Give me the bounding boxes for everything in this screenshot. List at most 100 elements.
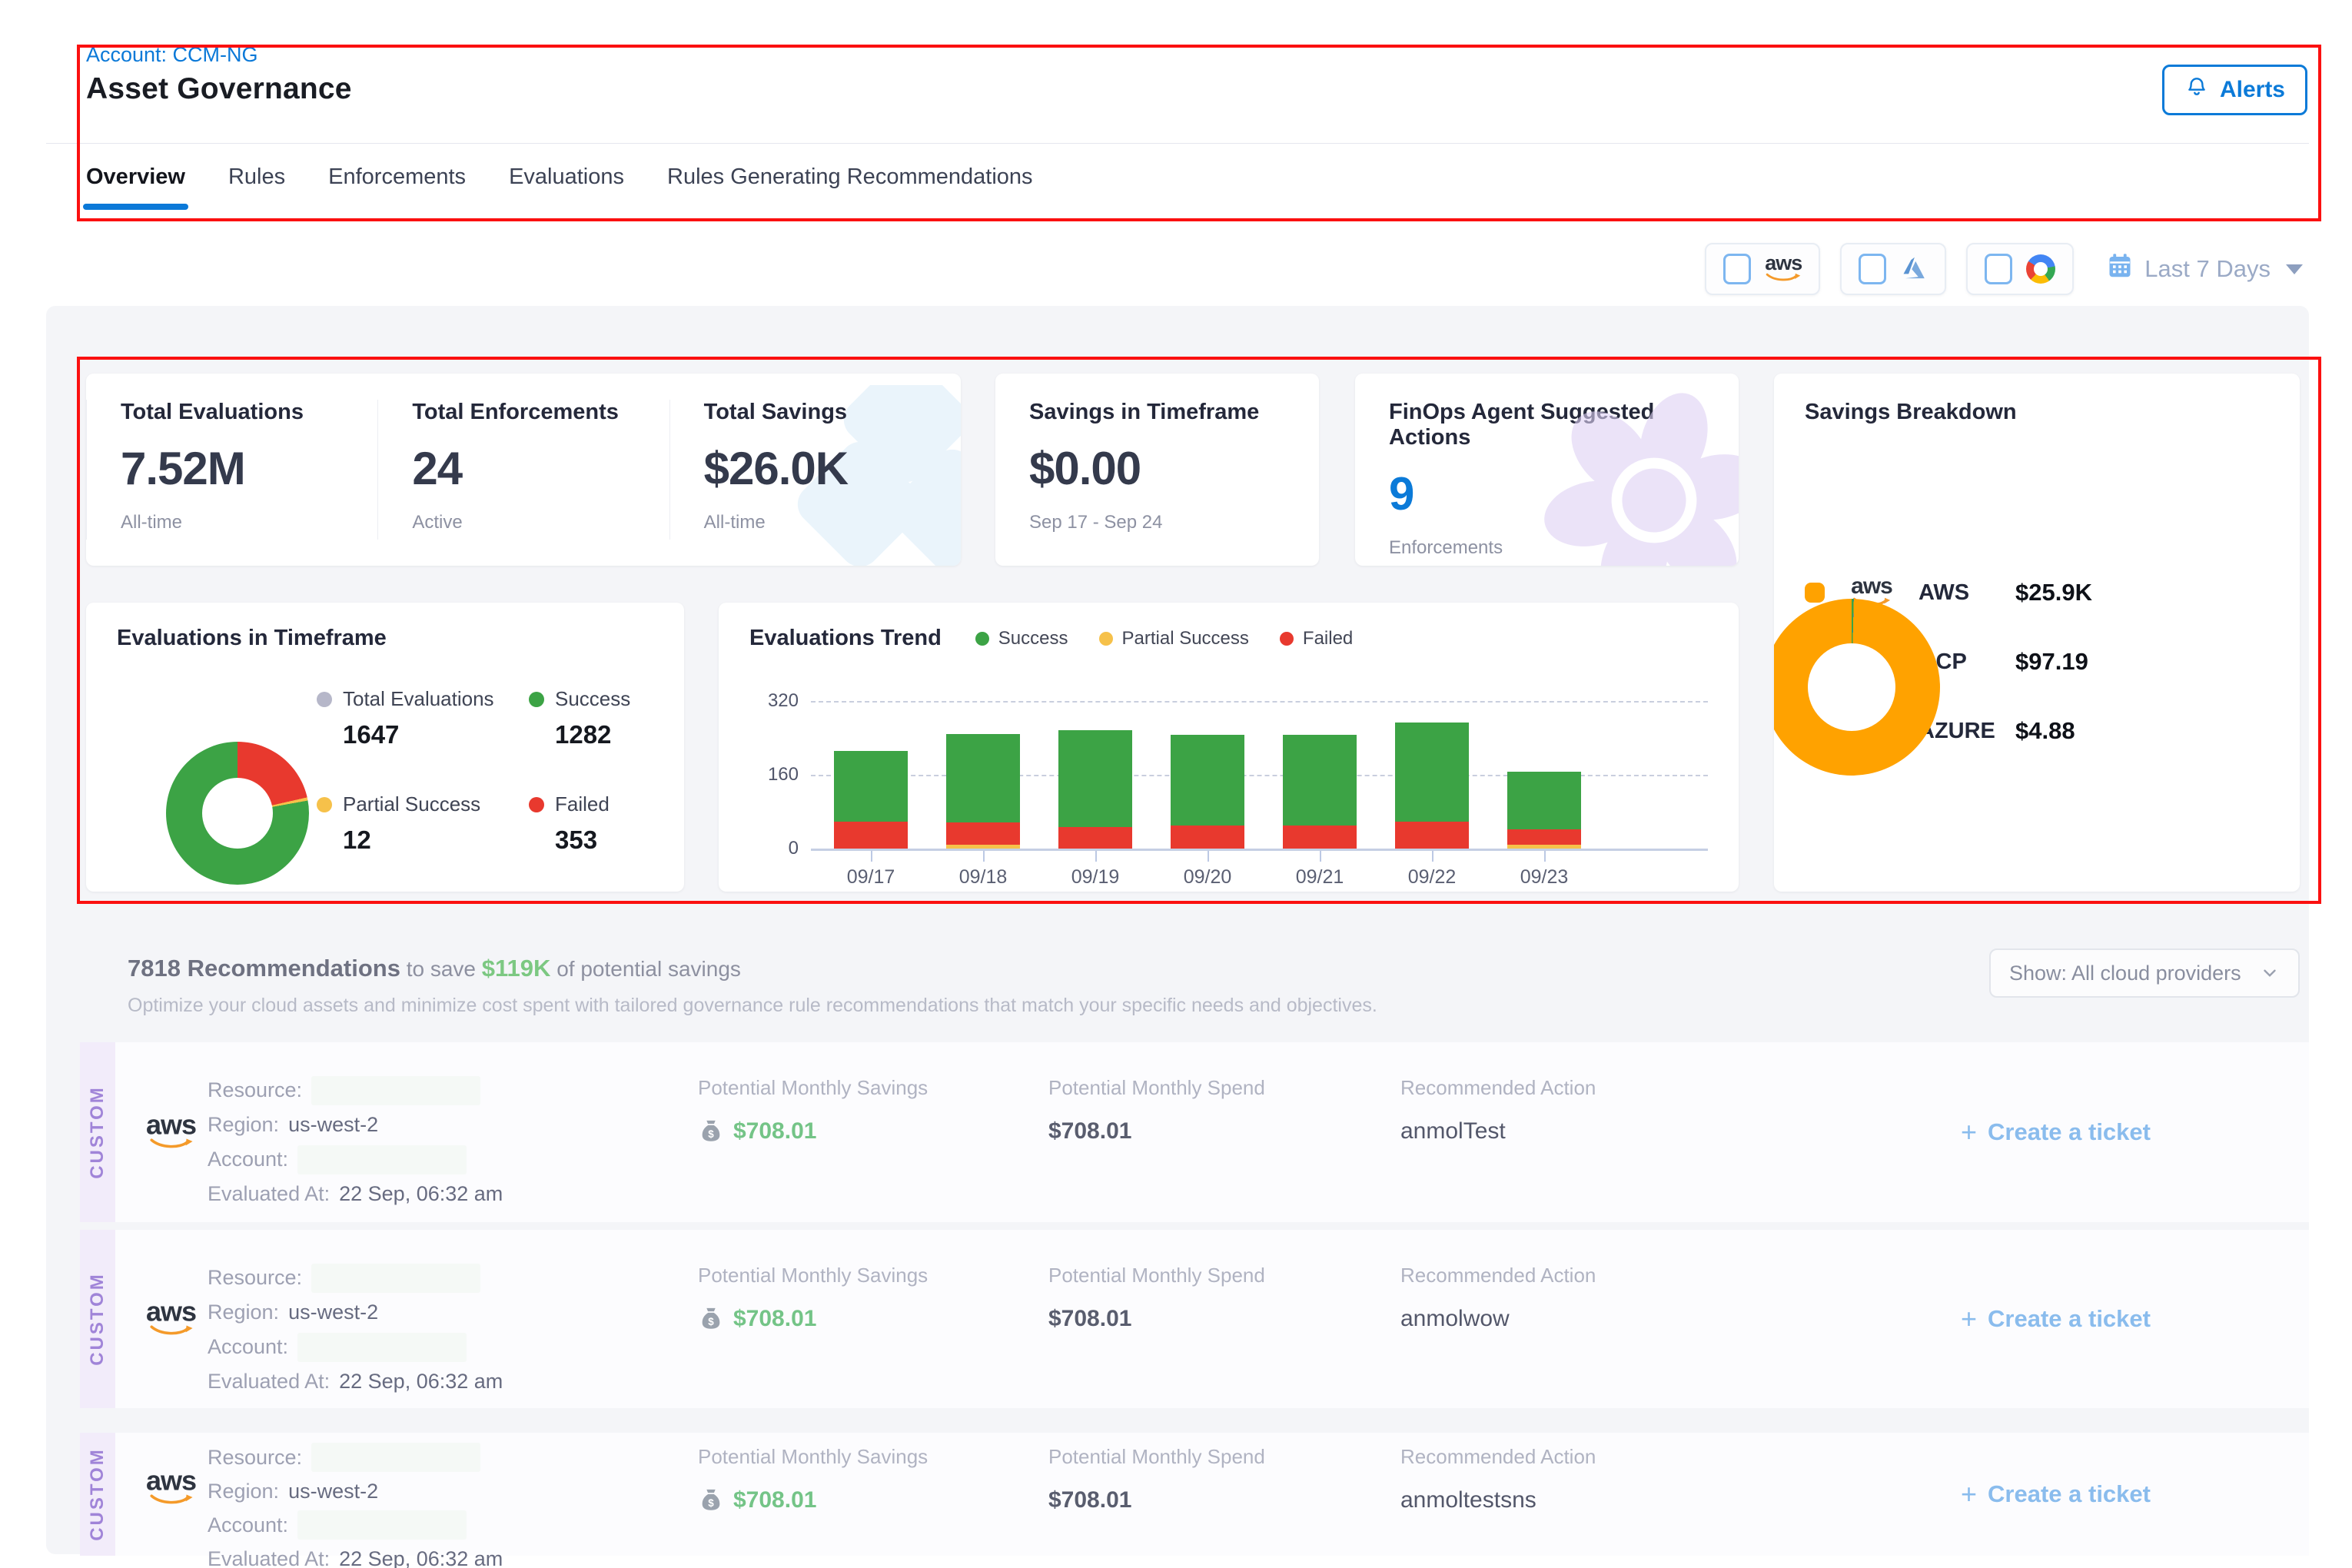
success-dot-icon (975, 632, 989, 646)
provider-name: AWS (1918, 580, 1998, 606)
stat-title: Total Savings (704, 400, 927, 425)
region-value: us-west-2 (288, 1113, 378, 1137)
stat-title: Total Enforcements (412, 400, 635, 425)
legend-value: 353 (555, 826, 684, 855)
potential-monthly-savings: Potential Monthly Savings $$708.01 (698, 1445, 928, 1513)
money-bag-icon: $ (698, 1306, 724, 1332)
azure-checkbox[interactable] (1859, 254, 1886, 284)
redacted-resource-value (311, 1264, 480, 1293)
potential-savings-amount: $119K (482, 955, 551, 982)
recommended-action: Recommended Action anmolTest (1400, 1076, 1596, 1144)
trend-bar: 09/23 (1507, 701, 1581, 849)
aws-logo-icon: aws (146, 1301, 196, 1337)
card-title: Savings Breakdown (1805, 400, 2269, 425)
create-ticket-button[interactable]: +Create a ticket (1961, 1305, 2151, 1333)
card-caption: Sep 17 - Sep 24 (1029, 512, 1285, 533)
recommendation-row[interactable]: CUSTOM aws Resource: Region:us-west-2 Ac… (80, 1042, 2309, 1222)
trend-bar: 09/20 (1171, 701, 1244, 849)
svg-text:$: $ (708, 1316, 714, 1327)
alerts-button-label: Alerts (2220, 77, 2285, 103)
recommendation-row[interactable]: CUSTOM aws Resource: Region:us-west-2 Ac… (80, 1230, 2309, 1408)
tab-evaluations[interactable]: Evaluations (509, 164, 624, 210)
create-ticket-button[interactable]: +Create a ticket (1961, 1118, 2151, 1146)
svg-text:$: $ (708, 1497, 714, 1509)
finops-suggested-actions-card: FinOps Agent Suggested Actions 9 Enforce… (1355, 374, 1739, 566)
tab-enforcements[interactable]: Enforcements (328, 164, 466, 210)
tab-overview[interactable]: Overview (86, 164, 185, 210)
create-ticket-button[interactable]: +Create a ticket (1961, 1480, 2151, 1508)
aws-legend-marker (1805, 583, 1825, 603)
tab-bar: Overview Rules Enforcements Evaluations … (86, 164, 1033, 210)
redacted-resource-value (311, 1076, 480, 1105)
chevron-down-icon (2286, 264, 2303, 274)
aws-logo-icon: aws (146, 1115, 196, 1151)
redacted-account-value (297, 1510, 467, 1540)
evaluated-at-value: 22 Sep, 06:32 am (339, 1182, 503, 1206)
aws-checkbox[interactable] (1723, 254, 1751, 284)
header-divider (46, 143, 2309, 144)
aws-logo-icon: aws (1765, 255, 1802, 284)
date-range-filter[interactable]: Last 7 Days (2106, 252, 2303, 286)
gcp-logo-icon (2026, 254, 2055, 284)
potential-monthly-spend: Potential Monthly Spend $708.01 (1048, 1264, 1265, 1332)
potential-monthly-savings: Potential Monthly Savings $$708.01 (698, 1076, 928, 1144)
bell-icon (2184, 75, 2209, 105)
stat-caption: All-time (121, 512, 344, 533)
card-title: Savings in Timeframe (1029, 400, 1285, 425)
legend-value: 1282 (555, 720, 684, 749)
trend-bar: 09/19 (1058, 701, 1132, 849)
gcp-checkbox[interactable] (1985, 254, 2012, 284)
tab-rules[interactable]: Rules (228, 164, 285, 210)
total-evaluations-stat: Total Evaluations 7.52M All-time (86, 400, 377, 540)
azure-filter-chip[interactable] (1840, 243, 1946, 295)
card-title: Evaluations in Timeframe (117, 626, 653, 651)
recommendations-heading: 7818 Recommendations to save $119K of po… (128, 955, 741, 982)
redacted-account-value (297, 1333, 467, 1362)
provider-savings: $4.88 (2015, 717, 2075, 745)
savings-breakdown-card: Savings Breakdown aws AWS $25.9K GCP $97… (1774, 374, 2300, 892)
legend-total-evaluations: Total Evaluations 1647 (317, 687, 529, 749)
alerts-button[interactable]: Alerts (2162, 65, 2307, 115)
trend-bar: 09/18 (946, 701, 1020, 849)
redacted-account-value (297, 1145, 467, 1174)
provider-savings: $97.19 (2015, 648, 2088, 676)
trend-bar: 09/21 (1283, 701, 1357, 849)
evaluations-legend: Total Evaluations 1647 Success 1282 Part… (317, 687, 684, 855)
evaluations-trend-card: Evaluations Trend Success Partial Succes… (719, 603, 1739, 892)
gcp-filter-chip[interactable] (1966, 243, 2074, 295)
trend-legend: Success Partial Success Failed (975, 628, 1353, 649)
y-axis-tick: 320 (742, 690, 799, 712)
legend-failed: Failed 353 (529, 792, 684, 855)
stat-caption: Active (412, 512, 635, 533)
calendar-icon (2106, 252, 2134, 286)
stat-value: 24 (412, 442, 635, 495)
summary-stats-card: Total Evaluations 7.52M All-time Total E… (86, 374, 961, 566)
cloud-provider-select[interactable]: Show: All cloud providers (1989, 948, 2300, 998)
stat-caption: All-time (704, 512, 927, 533)
trend-bars: 09/1709/1809/1909/2009/2109/2209/23 (834, 701, 1581, 849)
recommended-action: Recommended Action anmolwow (1400, 1264, 1596, 1332)
resource-details: Resource: Region:us-west-2 Account: Eval… (208, 1261, 503, 1399)
aws-filter-chip[interactable]: aws (1705, 243, 1820, 295)
resource-details: Resource: Region:us-west-2 Account: Eval… (208, 1440, 503, 1568)
account-breadcrumb[interactable]: Account: CCM-NG (86, 43, 258, 67)
recommended-action: Recommended Action anmoltestsns (1400, 1445, 1596, 1513)
tab-rules-generating-recommendations[interactable]: Rules Generating Recommendations (667, 164, 1033, 210)
potential-monthly-spend: Potential Monthly Spend $708.01 (1048, 1076, 1265, 1144)
success-dot-icon (529, 692, 544, 707)
partial-dot-icon (1099, 632, 1113, 646)
evaluations-donut (166, 742, 309, 885)
money-bag-icon: $ (698, 1118, 724, 1144)
resource-details: Resource: Region:us-west-2 Account: Eval… (208, 1073, 503, 1211)
card-title: Evaluations Trend (749, 626, 942, 651)
x-axis-line (811, 849, 1708, 851)
svg-text:$: $ (708, 1128, 714, 1140)
date-range-label: Last 7 Days (2144, 255, 2271, 283)
recommendations-subtitle: Optimize your cloud assets and minimize … (128, 995, 1377, 1017)
money-bag-icon: $ (698, 1487, 724, 1513)
recommendation-row[interactable]: CUSTOM aws Resource: Region:us-west-2 Ac… (80, 1433, 2309, 1556)
plus-icon: + (1961, 1305, 1977, 1333)
stat-value: $26.0K (704, 442, 927, 495)
legend-success: Success 1282 (529, 687, 684, 749)
aws-logo-icon: aws (146, 1470, 196, 1507)
